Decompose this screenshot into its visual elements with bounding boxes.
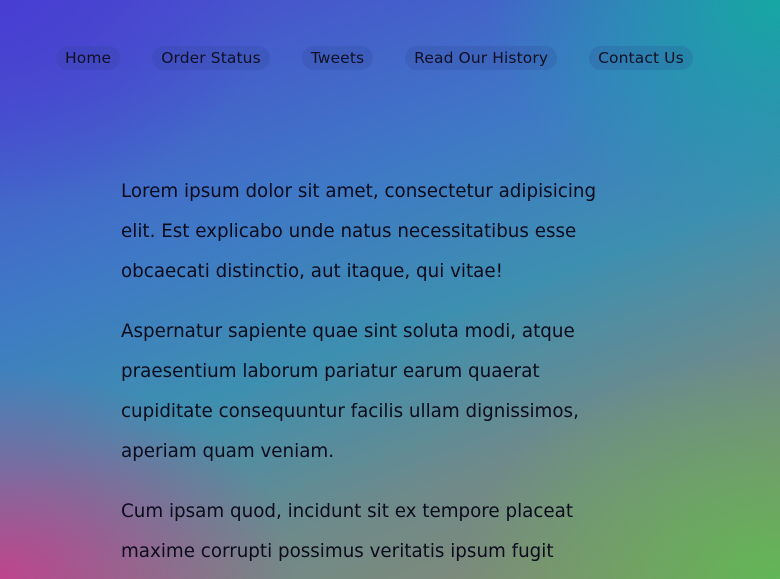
main-nav: Home Order Status Tweets Read Our Histor… [56,46,693,70]
nav-order-status[interactable]: Order Status [152,46,270,70]
main-content: Lorem ipsum dolor sit amet, consectetur … [121,172,631,579]
nav-read-our-history[interactable]: Read Our History [405,46,558,70]
paragraph-2: Aspernatur sapiente quae sint soluta mod… [121,321,579,462]
paragraph-1: Lorem ipsum dolor sit amet, consectetur … [121,181,597,282]
nav-contact-us[interactable]: Contact Us [589,46,693,70]
nav-tweets[interactable]: Tweets [301,46,374,70]
paragraph-3: Cum ipsam quod, incidunt sit ex tempore … [121,501,574,562]
nav-home[interactable]: Home [56,46,121,70]
